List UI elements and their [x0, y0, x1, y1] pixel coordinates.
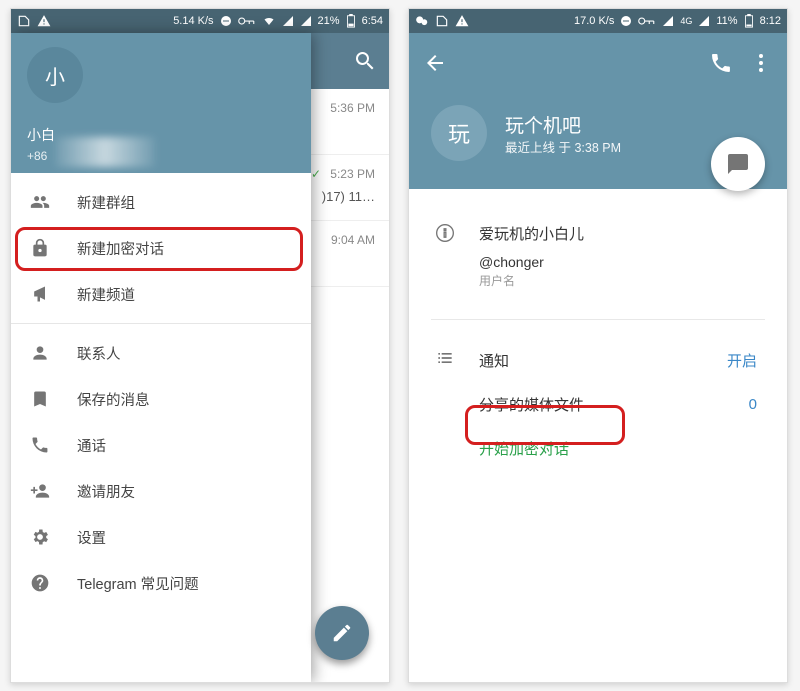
warning-icon — [455, 14, 469, 28]
call-button[interactable] — [709, 51, 733, 75]
search-icon[interactable] — [353, 49, 377, 73]
message-fab[interactable] — [711, 137, 765, 191]
blur-overlay — [55, 137, 155, 167]
group-icon — [29, 191, 51, 213]
new-message-fab[interactable] — [315, 606, 369, 660]
chat-time: 5:23 PM — [330, 167, 375, 181]
navigation-drawer: 小 小白 +86 新建群组 新建加密对话 新建频道 — [11, 33, 311, 682]
menu-saved-messages[interactable]: 保存的消息 — [11, 376, 311, 422]
drawer-menu: 新建群组 新建加密对话 新建频道 联系人 保存的消息 — [11, 173, 311, 606]
status-net: 4G — [680, 16, 692, 26]
signal-icon — [282, 15, 294, 27]
gear-icon — [29, 526, 51, 548]
help-icon — [29, 572, 51, 594]
menu-contacts[interactable]: 联系人 — [11, 330, 311, 376]
row-label: 开始加密对话 — [479, 438, 569, 459]
status-bar: 5.14 K/s 21% 6:54 — [11, 9, 389, 33]
signal2-icon — [300, 15, 312, 27]
lock-icon — [29, 237, 51, 259]
avatar[interactable]: 玩 — [431, 105, 487, 161]
display-name: 爱玩机的小白儿 — [479, 223, 765, 244]
status-time: 6:54 — [362, 15, 383, 27]
divider — [431, 319, 765, 320]
menu-label: 新建频道 — [77, 284, 135, 305]
wechat-icon — [415, 14, 429, 28]
bookmark-icon — [29, 388, 51, 410]
menu-label: 保存的消息 — [77, 389, 150, 410]
chat-time: 5:36 PM — [330, 101, 375, 115]
menu-invite-friends[interactable]: 邀请朋友 — [11, 468, 311, 514]
menu-faq[interactable]: Telegram 常见问题 — [11, 560, 311, 606]
username[interactable]: @chonger — [479, 254, 765, 270]
menu-label: 新建群组 — [77, 192, 135, 213]
menu-new-secret-chat[interactable]: 新建加密对话 — [11, 225, 311, 271]
row-label: 分享的媒体文件 — [479, 394, 584, 415]
back-button[interactable] — [423, 51, 447, 75]
row-value: 0 — [749, 396, 757, 413]
avatar[interactable]: 小 — [27, 47, 83, 103]
person-add-icon — [29, 480, 51, 502]
drawer-header: 小 小白 +86 — [11, 33, 311, 173]
profile-subtitle: 最近上线 于 3:38 PM — [505, 137, 621, 156]
person-icon — [29, 342, 51, 364]
dnd-icon — [620, 15, 632, 27]
drawer-user-phone: +86 — [27, 149, 47, 163]
status-battery: 21% — [318, 15, 340, 27]
vpn-icon — [238, 15, 256, 27]
status-battery: 11% — [716, 15, 737, 27]
check-icon: ✓ — [311, 167, 321, 181]
phone-icon — [29, 434, 51, 456]
sim-icon — [17, 14, 31, 28]
more-button[interactable] — [749, 51, 773, 75]
menu-label: 联系人 — [77, 343, 121, 364]
profile-body: 爱玩机的小白儿 @chonger 用户名 通知 开启 分享的媒体文件 0 开始加… — [409, 189, 787, 470]
chat-preview: )17) 11… — [322, 189, 375, 204]
profile-title: 玩个机吧 — [505, 111, 581, 138]
menu-calls[interactable]: 通话 — [11, 422, 311, 468]
menu-label: 通话 — [77, 435, 106, 456]
menu-new-group[interactable]: 新建群组 — [11, 179, 311, 225]
vpn-icon — [638, 15, 656, 27]
megaphone-icon — [29, 283, 51, 305]
info-block: 爱玩机的小白儿 @chonger 用户名 — [431, 223, 765, 289]
username-label: 用户名 — [479, 272, 765, 289]
status-speed: 17.0 K/s — [574, 15, 614, 27]
battery-icon — [744, 14, 754, 28]
menu-label: 新建加密对话 — [77, 238, 164, 259]
start-secret-chat-row[interactable]: 开始加密对话 — [431, 426, 765, 470]
row-label: 通知 — [479, 350, 509, 371]
info-icon — [435, 223, 457, 245]
drawer-user-name: 小白 — [27, 125, 55, 145]
menu-settings[interactable]: 设置 — [11, 514, 311, 560]
menu-label: 邀请朋友 — [77, 481, 135, 502]
dnd-icon — [220, 15, 232, 27]
sim-icon — [435, 14, 449, 28]
signal2-icon — [698, 15, 710, 27]
battery-icon — [346, 14, 356, 28]
wifi-icon — [262, 15, 276, 27]
status-speed: 5.14 K/s — [173, 15, 213, 27]
row-value: 开启 — [727, 350, 757, 371]
notifications-row[interactable]: 通知 开启 — [431, 338, 765, 382]
phone-right: 17.0 K/s 4G 11% 8:12 玩 玩个机吧 最近上线 于 3:38 … — [408, 8, 788, 683]
menu-label: Telegram 常见问题 — [77, 573, 199, 594]
shared-media-row[interactable]: 分享的媒体文件 0 — [431, 382, 765, 426]
divider — [11, 323, 311, 324]
warning-icon — [37, 14, 51, 28]
phone-left: 5.14 K/s 21% 6:54 5:36 PM ✓ 5:23 PM — [10, 8, 390, 683]
list-icon — [435, 348, 457, 370]
signal-icon — [662, 15, 674, 27]
status-time: 8:12 — [760, 15, 781, 27]
chat-time: 9:04 AM — [331, 233, 375, 247]
menu-label: 设置 — [77, 527, 106, 548]
status-bar: 17.0 K/s 4G 11% 8:12 — [409, 9, 787, 33]
menu-new-channel[interactable]: 新建频道 — [11, 271, 311, 317]
